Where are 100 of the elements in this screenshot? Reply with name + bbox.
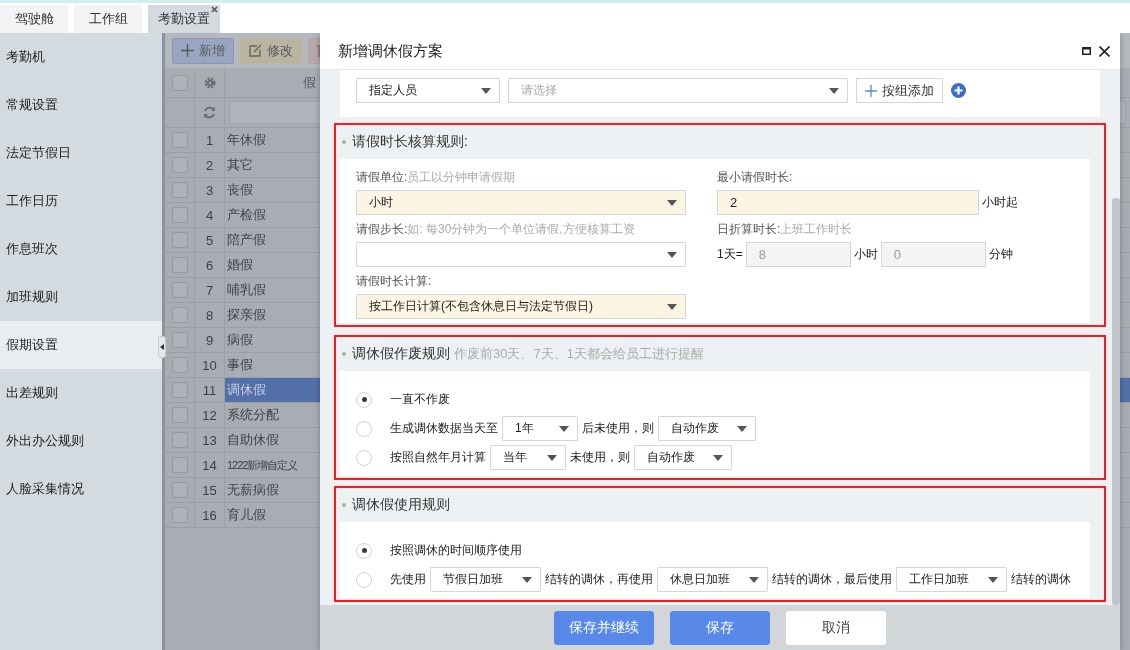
sidebar-item[interactable]: 外出办公规则 [0, 417, 162, 465]
unit-text: 小时起 [982, 194, 1018, 211]
dropdown[interactable]: 1年 [502, 416, 578, 441]
section-title: 调休假使用规则 [352, 496, 450, 514]
caret-icon [667, 303, 677, 310]
dropdown[interactable]: 按工作日计算(不包含休息日与法定节假日) [356, 294, 686, 319]
bullet-icon [342, 503, 346, 507]
caret-icon [547, 454, 557, 461]
row-number: 15 [195, 478, 225, 502]
row-number: 8 [195, 303, 225, 327]
field-label: 请假时长计算: [356, 273, 433, 290]
caret-icon [667, 251, 677, 258]
dropdown[interactable]: 自动作废 [634, 445, 732, 470]
row-number: 16 [195, 503, 225, 527]
section-hint: 作废前30天、7天、1天都会给员工进行提醒 [454, 345, 704, 363]
option-text: 按照调休的时间顺序使用 [390, 542, 522, 559]
sidebar-item[interactable]: 人脸采集情况 [0, 465, 162, 513]
checkbox[interactable] [171, 257, 188, 273]
checkbox[interactable] [171, 132, 188, 148]
gear-icon[interactable] [203, 76, 216, 89]
sidebar-item[interactable]: 常规设置 [0, 81, 162, 129]
field-label: 最小请假时长: [717, 169, 794, 186]
plus-circle-icon[interactable] [951, 83, 966, 98]
dropdown[interactable]: 休息日加班 [657, 567, 768, 592]
dropdown[interactable]: 节假日加班 [430, 567, 541, 592]
option-text: 按照自然年月计算 [390, 449, 486, 466]
option-text: 生成调休数据当天至 [390, 420, 498, 437]
tab[interactable]: 考勤设置 [148, 5, 220, 33]
caret-icon [737, 425, 747, 432]
checkbox[interactable] [171, 307, 188, 323]
dropdown[interactable]: 小时 [356, 190, 686, 215]
checkbox[interactable] [171, 407, 188, 423]
checkbox[interactable] [171, 157, 188, 173]
input-field: 8 [745, 242, 851, 267]
checkbox[interactable] [171, 74, 188, 91]
checkbox[interactable] [171, 507, 188, 523]
row-number: 3 [195, 178, 225, 202]
unit-text: 分钟 [988, 246, 1013, 263]
maximize-icon[interactable] [1082, 47, 1091, 55]
checkbox[interactable] [171, 482, 188, 498]
tab[interactable]: 驾驶舱 [0, 5, 68, 33]
plus-icon [865, 84, 877, 97]
input-field: 0 [880, 242, 986, 267]
checkbox[interactable] [171, 332, 188, 348]
cancel-button[interactable]: 取消 [786, 610, 886, 645]
caret-icon [522, 576, 532, 583]
caret-icon [667, 199, 677, 206]
row-number: 1 [195, 128, 225, 152]
sidebar-item[interactable]: 工作日历 [0, 177, 162, 225]
row-number: 6 [195, 253, 225, 277]
section-title: 调休假作废规则 [352, 345, 450, 363]
sidebar-item[interactable]: 考勤机 [0, 33, 162, 81]
option-text: 未使用，则 [570, 449, 630, 466]
tab[interactable]: 工作组 [74, 5, 142, 33]
field-label: 日折算时长:上班工作时长 [717, 221, 854, 238]
row-number: 4 [195, 203, 225, 227]
refresh-icon[interactable] [203, 106, 216, 119]
row-number: 13 [195, 428, 225, 452]
checkbox[interactable] [171, 207, 188, 223]
sidebar-item[interactable]: 出差规则 [0, 369, 162, 417]
bullet-icon [342, 352, 346, 356]
checkbox[interactable] [171, 457, 188, 473]
scrollbar[interactable] [1112, 70, 1120, 605]
add-group-button[interactable]: 按组添加 [856, 78, 943, 103]
option-text: 结转的调休，再使用 [545, 571, 653, 588]
dropdown[interactable]: 当年 [490, 445, 566, 470]
sidebar-item[interactable]: 作息班次 [0, 225, 162, 273]
edit-button[interactable]: 修改 [240, 37, 302, 64]
unit-text: 小时 [853, 246, 878, 263]
checkbox[interactable] [171, 357, 188, 373]
caret-icon [713, 454, 723, 461]
row-number: 14 [195, 453, 225, 477]
row-number: 5 [195, 228, 225, 252]
sidebar-item[interactable]: 法定节假日 [0, 129, 162, 177]
dropdown[interactable]: 工作日加班 [896, 567, 1007, 592]
section-title: 请假时长核算规则: [352, 133, 468, 151]
close-icon[interactable] [1099, 45, 1110, 57]
caret-icon [988, 576, 998, 583]
dropdown[interactable]: 自动作废 [658, 416, 756, 441]
dropdown[interactable]: 指定人员 [356, 78, 500, 103]
caret-icon [829, 87, 839, 94]
input-field[interactable]: 2 [717, 190, 979, 215]
sidebar-item[interactable]: 加班规则 [0, 273, 162, 321]
checkbox[interactable] [171, 182, 188, 198]
option-text: 结转的调休 [1011, 571, 1071, 588]
row-number: 10 [195, 353, 225, 377]
dropdown[interactable] [356, 242, 686, 267]
checkbox[interactable] [171, 432, 188, 448]
bullet-icon [342, 140, 346, 144]
sidebar-item[interactable]: 假期设置 [0, 321, 162, 369]
checkbox[interactable] [171, 382, 188, 398]
field-label: 请假单位:员工以分钟申请假期 [356, 169, 517, 186]
checkbox[interactable] [171, 282, 188, 298]
caret-icon [749, 576, 759, 583]
row-number: 2 [195, 153, 225, 177]
option-text: 结转的调休，最后使用 [772, 571, 892, 588]
checkbox[interactable] [171, 232, 188, 248]
row-number: 7 [195, 278, 225, 302]
field-label: 请假步长:如: 每30分钟为一个单位请假,方便核算工资 [356, 221, 636, 238]
option-text: 一直不作废 [390, 391, 450, 408]
